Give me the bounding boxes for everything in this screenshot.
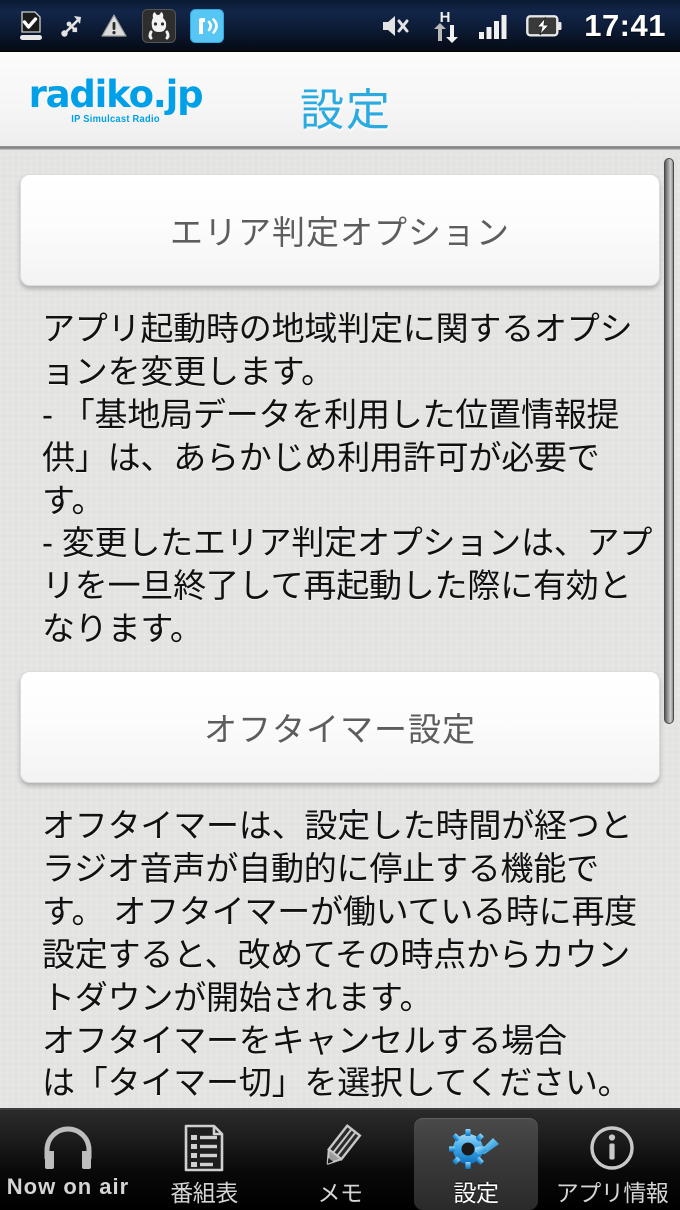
pencil-memo-icon [315,1124,365,1172]
program-list-icon [182,1124,226,1172]
signal-bars-icon [478,12,510,40]
battery-charging-icon [526,14,562,38]
volume-mute-icon [380,13,412,39]
app-header: radiko.jp IP Simulcast Radio 設定 [0,52,680,150]
radiko-notification-icon [190,8,224,43]
status-bar-notification-icons [18,8,224,43]
download-complete-icon [18,10,44,41]
bottom-tab-bar[interactable]: Now on air 番組表 メモ 設定 アプリ情報 [0,1108,680,1210]
scrollbar-thumb[interactable] [664,158,674,724]
tab-memo[interactable]: メモ [272,1110,408,1210]
android-status-bar[interactable]: H 17:41 [0,0,680,52]
tab-label: 番組表 [170,1180,238,1206]
tab-program-guide[interactable]: 番組表 [136,1110,272,1210]
radiko-logo[interactable]: radiko.jp IP Simulcast Radio [18,76,213,125]
section-header-label: エリア判定オプション [170,214,510,251]
hspa-data-icon: H [428,9,462,43]
section-header-area-option[interactable]: エリア判定オプション [20,174,660,286]
settings-scroll-area[interactable]: エリア判定オプション アプリ起動時の地域判定に関するオプションを変更します。 -… [0,154,680,1108]
status-bar-system-icons: H 17:41 [380,8,666,44]
svg-text:H: H [440,9,451,26]
tab-label: アプリ情報 [555,1180,669,1206]
settings-gear-wrench-icon [449,1124,503,1172]
tab-now-on-air[interactable]: Now on air [0,1110,136,1210]
status-bar-clock: 17:41 [584,7,666,43]
logo-wordmark: radiko.jp [28,73,204,116]
section-body-off-timer: オフタイマーは、設定した時間が経つとラジオ音声が自動的に停止する機能です。 オフ… [42,807,638,1102]
tab-label: Now on air [6,1174,130,1199]
section-header-label: オフタイマー設定 [204,711,476,749]
usb-icon [58,12,86,40]
section-body-area-option: アプリ起動時の地域判定に関するオプションを変更します。 - 「基地局データを利用… [42,310,653,648]
info-circle-icon [588,1124,636,1172]
tab-label: メモ [317,1180,364,1206]
page-title: 設定 [300,86,392,135]
headphones-icon [41,1124,95,1172]
tab-label: 設定 [453,1180,500,1206]
logo-tagline: IP Simulcast Radio [71,114,160,125]
device-screen: H 17:41 radiko.jp IP Simulcast Radio 設定 … [0,0,680,1210]
tab-settings[interactable]: 設定 [408,1110,544,1210]
section-header-off-timer[interactable]: オフタイマー設定 [20,671,660,784]
app-notification-icon [142,8,176,43]
warning-icon [100,13,128,39]
tab-app-info[interactable]: アプリ情報 [544,1110,680,1210]
scrollbar-track[interactable] [664,154,674,1108]
